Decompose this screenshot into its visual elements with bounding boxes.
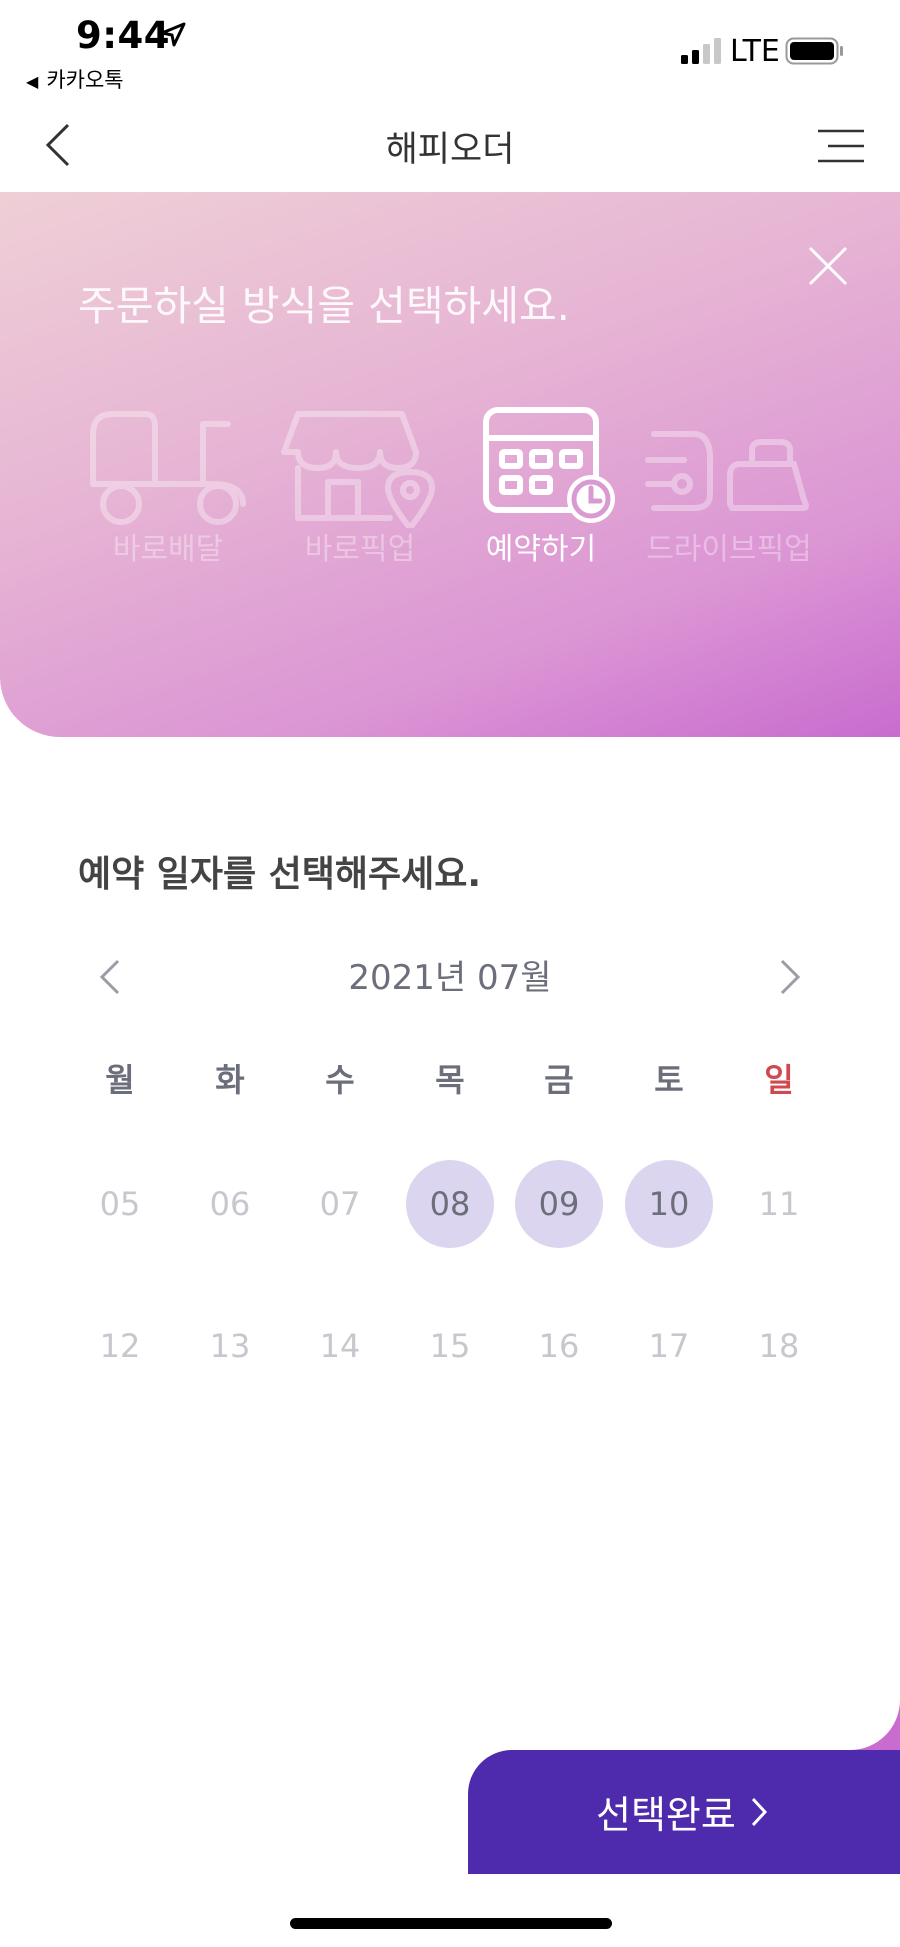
mode-label: 바로픽업 — [304, 532, 416, 567]
store-pin-icon — [281, 411, 435, 528]
weekday-wed: 수 — [325, 1061, 355, 1099]
location-arrow-icon — [160, 22, 186, 47]
confirm-button-label: 선택완료 — [596, 1793, 736, 1837]
reservation-title: 예약 일자를 선택해주세요. — [78, 854, 482, 895]
calendar-day: 06 — [209, 1185, 251, 1223]
calendar-day: 14 — [319, 1327, 361, 1365]
calendar-day: 16 — [538, 1327, 580, 1365]
calendar-day: 17 — [648, 1327, 690, 1365]
car-bag-icon — [645, 431, 809, 511]
calendar-day: 05 — [99, 1185, 141, 1223]
home-indicator — [290, 1918, 612, 1929]
order-type-header: 주문하실 방식을 선택하세요. 바로배달 바로픽업 예약하기 드라이브픽업 — [0, 192, 900, 737]
battery-icon — [785, 37, 843, 65]
mode-label: 드라이브픽업 — [646, 532, 812, 567]
calendar-day: 12 — [99, 1327, 141, 1365]
calendar-day: 15 — [429, 1327, 471, 1365]
calendar-month: 2021년 07월 — [348, 958, 552, 998]
weekday-fri: 금 — [544, 1061, 574, 1099]
page-title: 해피오더 — [385, 130, 515, 170]
mode-label: 예약하기 — [485, 532, 597, 567]
weekday-thu: 목 — [435, 1061, 465, 1099]
scooter-icon — [90, 411, 246, 525]
mode-delivery[interactable]: 바로배달 — [78, 404, 258, 568]
weekday-tue: 화 — [215, 1061, 245, 1099]
mode-drive-pickup[interactable]: 드라이브픽업 — [636, 404, 822, 568]
mode-pickup[interactable]: 바로픽업 — [270, 404, 450, 568]
confirm-selection-button[interactable]: 선택완료 — [468, 1750, 900, 1874]
calendar-day-available[interactable]: 08 — [406, 1160, 494, 1248]
weekday-mon: 월 — [105, 1061, 135, 1099]
calendar-day: 07 — [319, 1185, 361, 1223]
calendar-day-available[interactable]: 09 — [515, 1160, 603, 1248]
mode-label: 바로배달 — [112, 532, 224, 567]
next-month-icon[interactable] — [778, 957, 802, 997]
mode-reservation[interactable]: 예약하기 — [466, 404, 616, 568]
weekday-sun: 일 — [764, 1061, 794, 1099]
calendar-day: 11 — [758, 1185, 800, 1223]
network-label: LTE — [730, 34, 780, 69]
calendar-day: 18 — [758, 1327, 800, 1365]
calendar-clock-icon — [483, 407, 615, 523]
close-icon[interactable] — [804, 242, 852, 290]
menu-icon[interactable] — [818, 129, 864, 163]
back-triangle-icon: ◀ — [26, 72, 39, 91]
calendar-day: 13 — [209, 1327, 251, 1365]
back-to-app-link[interactable]: ◀ 카카오톡 — [26, 64, 124, 94]
calendar-day-available[interactable]: 10 — [625, 1160, 713, 1248]
order-type-title: 주문하실 방식을 선택하세요. — [78, 282, 570, 330]
signal-icon — [681, 38, 721, 64]
weekday-sat: 토 — [654, 1061, 684, 1099]
back-app-label: 카카오톡 — [46, 68, 124, 92]
status-time: 9:44 — [76, 14, 171, 57]
status-bar: 9:44 ◀ 카카오톡 LTE — [0, 0, 900, 95]
chevron-right-icon — [751, 1797, 768, 1827]
nav-bar: 해피오더 — [0, 95, 900, 192]
